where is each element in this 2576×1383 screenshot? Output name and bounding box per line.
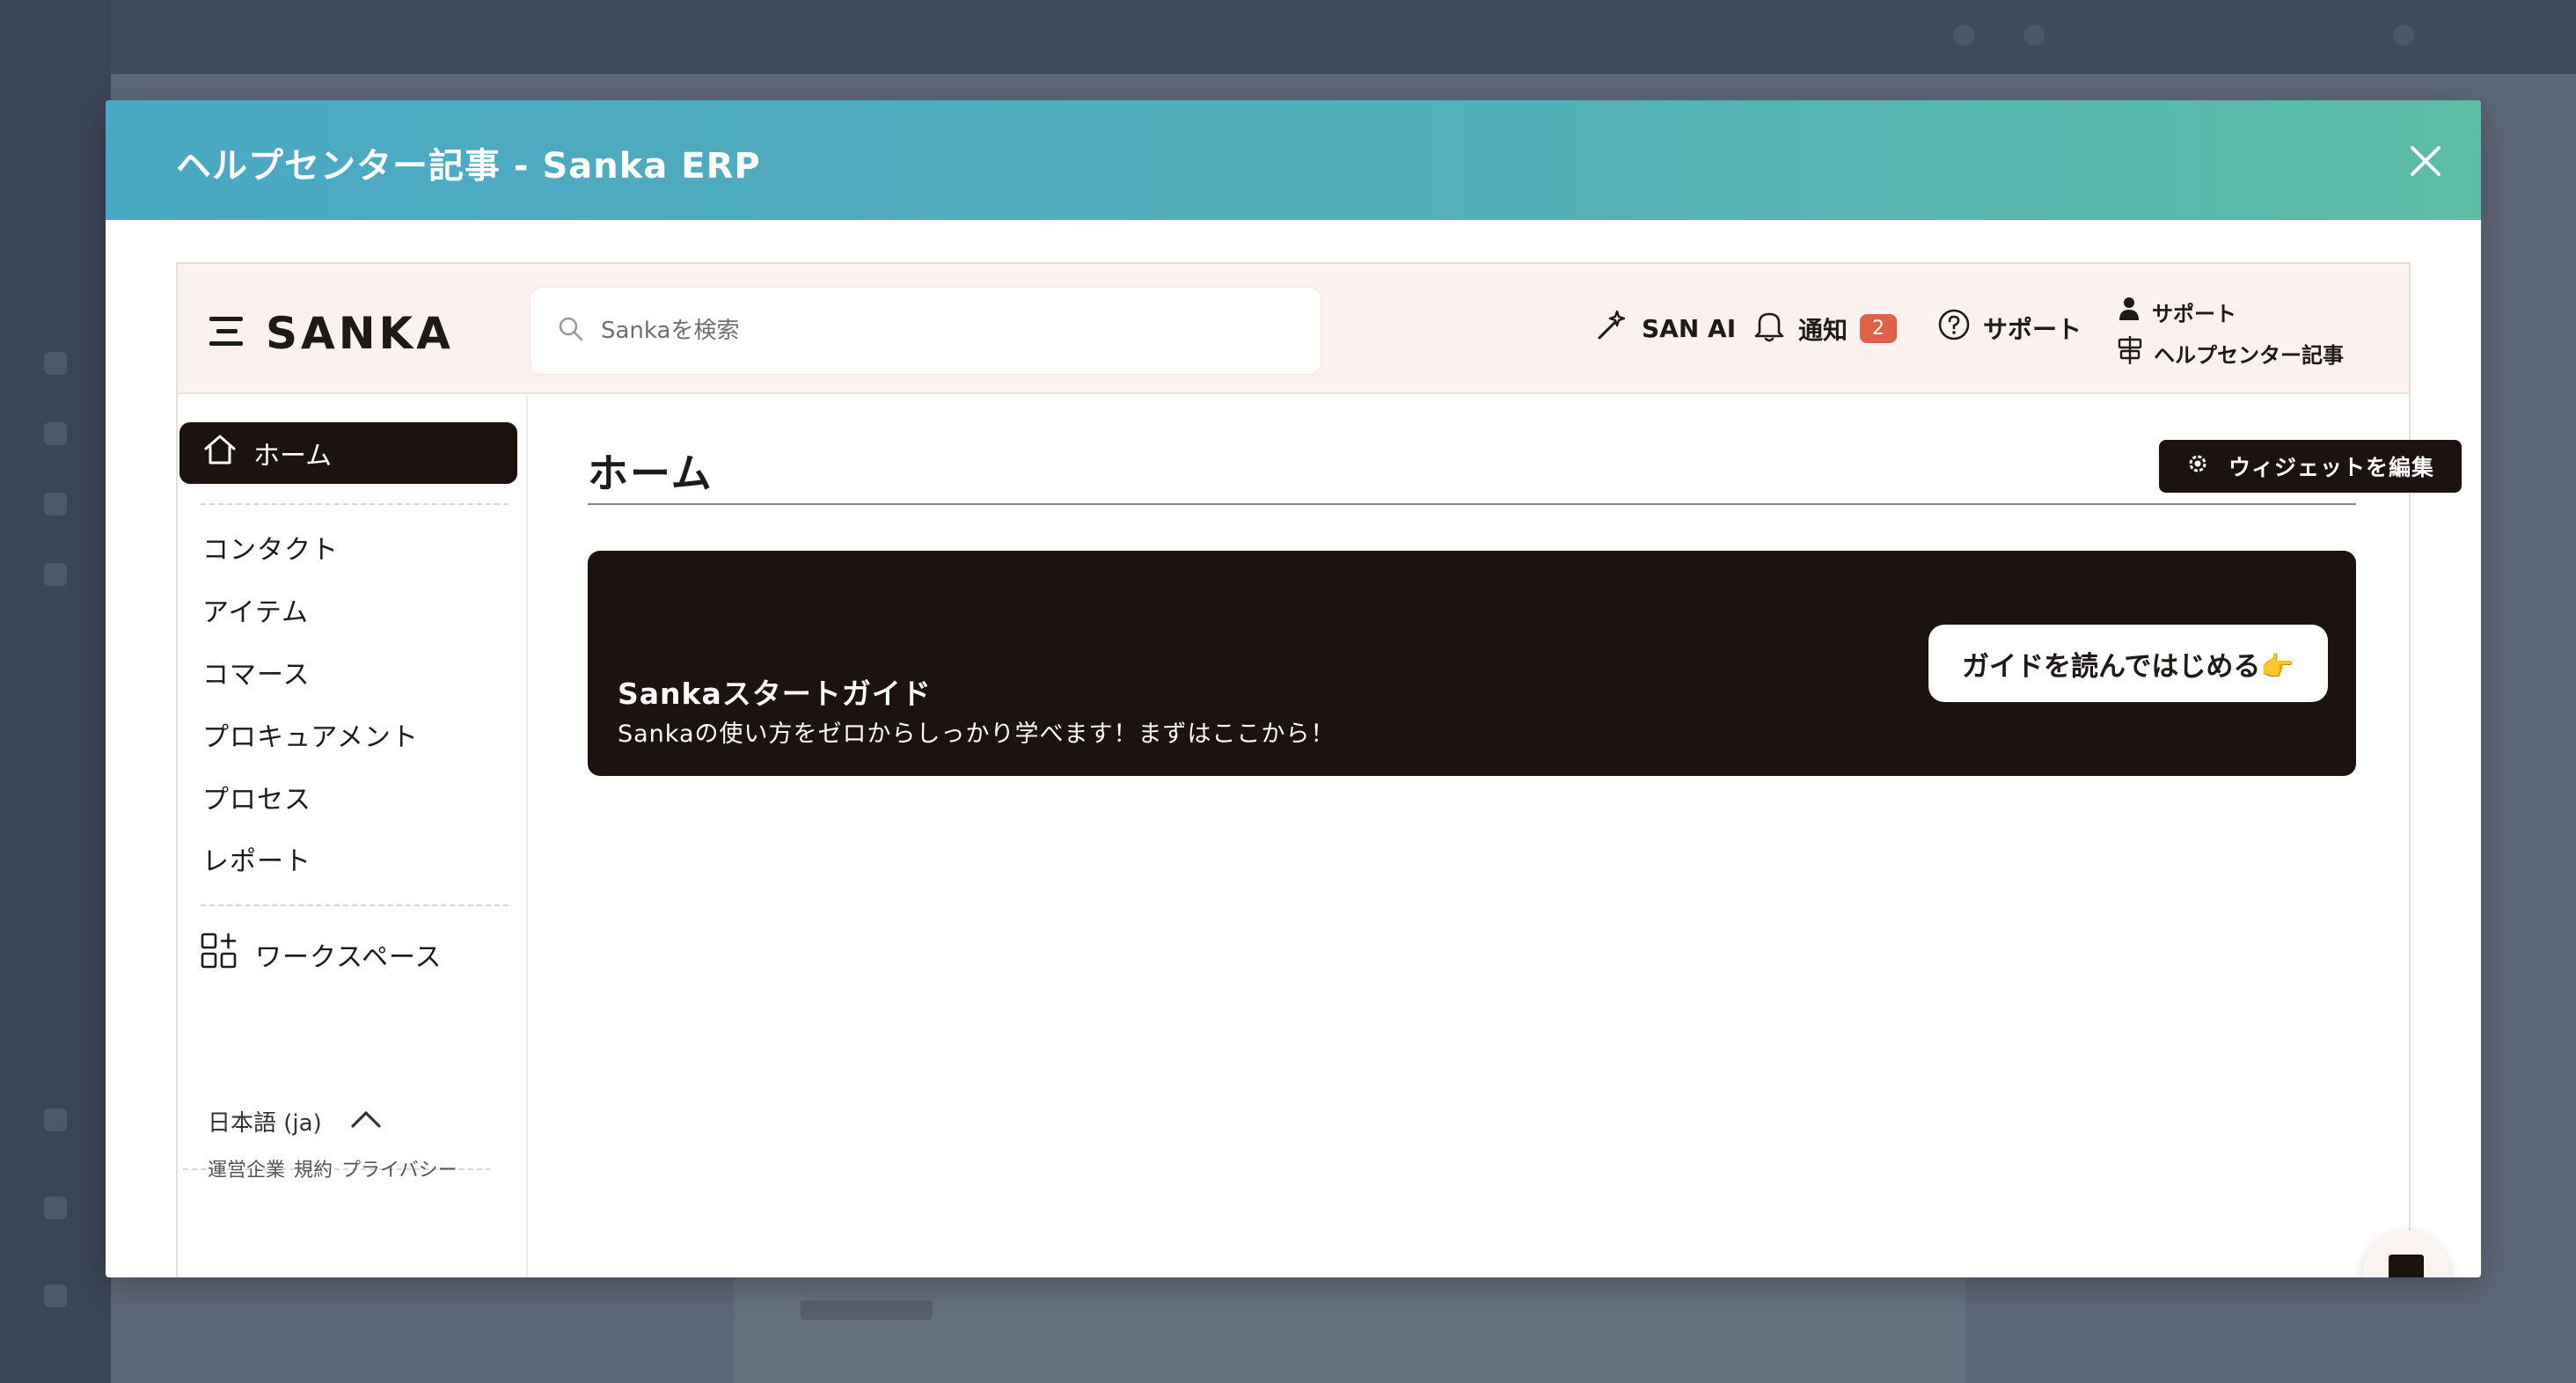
- background-label: [801, 1300, 933, 1320]
- background-icon: [44, 422, 67, 445]
- sidebar-item-home-label: ホーム: [253, 441, 333, 472]
- search-bar[interactable]: [530, 287, 1321, 375]
- san-ai-button[interactable]: SAN AI: [1594, 308, 1736, 349]
- notifications-button[interactable]: 通知 2: [1753, 308, 1898, 349]
- sidebar-item-items[interactable]: アイテム: [202, 590, 309, 629]
- background-icon: [44, 493, 67, 516]
- sidebar-item-home[interactable]: ホーム: [179, 422, 517, 484]
- background-sidebar: [0, 0, 111, 1383]
- modal-title: ヘルプセンター記事 - Sanka ERP: [176, 146, 761, 187]
- support-menu[interactable]: サポート ヘルプセンター記事: [2117, 296, 2344, 370]
- embedded-app-frame: SANKA SAN AI: [176, 262, 2462, 1277]
- title-divider: [588, 503, 2356, 505]
- background-icon: [44, 1196, 67, 1219]
- signpost-icon: [2117, 336, 2143, 370]
- home-icon: [202, 433, 238, 473]
- close-icon[interactable]: [2404, 139, 2448, 183]
- language-label: 日本語 (ja): [208, 1110, 322, 1137]
- sidebar-item-workspace-label: ワークスペース: [255, 942, 443, 973]
- background-icon: [44, 1284, 67, 1307]
- notifications-label: 通知: [1798, 315, 1848, 345]
- support-small-label: サポート: [2152, 301, 2236, 326]
- sidebar-item-procurement[interactable]: プロキュアメント: [202, 715, 419, 754]
- read-guide-button[interactable]: ガイドを読んではじめる👉: [1928, 625, 2328, 702]
- guide-title: Sankaスタートガイド: [618, 677, 932, 711]
- support-label: サポート: [1983, 314, 2082, 344]
- divider: [201, 904, 509, 906]
- menu-icon[interactable]: [208, 314, 246, 353]
- help-article-modal: ヘルプセンター記事 - Sanka ERP SANKA Sankaを検索 SAN…: [106, 100, 2481, 1277]
- question-circle-icon: [1937, 308, 1971, 348]
- search-icon: [557, 315, 585, 347]
- background-icon: [44, 1109, 67, 1131]
- language-selector[interactable]: 日本語 (ja): [208, 1105, 382, 1138]
- sidebar-item-reports[interactable]: レポート: [202, 839, 311, 878]
- background-panel: [734, 1267, 1965, 1383]
- start-guide-card: Sankaスタートガイド Sankaの使い方をゼロからしっかり学べます！まずはこ…: [588, 551, 2356, 776]
- background-icon: [44, 563, 67, 586]
- sidebar: ホーム コンタクト アイテム コマース プロキュアメント プロセス レポート ワ…: [178, 396, 528, 1277]
- edit-widgets-label: ウィジェットを編集: [2228, 455, 2434, 480]
- background-icon: [1953, 25, 1974, 46]
- background-topbar: [0, 0, 2576, 74]
- edit-widgets-button[interactable]: ウィジェットを編集: [2159, 440, 2462, 493]
- chat-bubble-icon: [2387, 1251, 2426, 1277]
- gear-icon: [2186, 452, 2209, 480]
- background-icon: [2023, 25, 2045, 46]
- divider: [201, 503, 509, 505]
- footer-link-company[interactable]: 運営企業: [208, 1154, 285, 1182]
- guide-subtitle: Sankaの使い方をゼロからしっかり学べます！まずはここから！: [618, 721, 1336, 748]
- magic-wand-icon: [1594, 308, 1629, 349]
- chevron-up-icon: [350, 1109, 382, 1135]
- person-icon: [2117, 296, 2141, 327]
- footer-link-privacy[interactable]: プライバシー: [341, 1154, 457, 1182]
- notification-count-badge: 2: [1860, 314, 1898, 343]
- footer-link-terms[interactable]: 規約: [294, 1154, 333, 1182]
- bell-icon: [1753, 308, 1786, 349]
- chat-button[interactable]: [2363, 1230, 2449, 1277]
- search-input[interactable]: [601, 318, 1270, 344]
- san-ai-label: SAN AI: [1642, 314, 1737, 343]
- footer-links: 運営企業 規約 プライバシー: [208, 1154, 457, 1182]
- logo[interactable]: SANKA: [208, 308, 454, 359]
- sidebar-item-workspace[interactable]: ワークスペース: [201, 933, 443, 977]
- modal-header: ヘルプセンター記事 - Sanka ERP: [106, 100, 2481, 220]
- sidebar-item-contacts[interactable]: コンタクト: [202, 528, 339, 567]
- logo-text: SANKA: [266, 308, 454, 359]
- sidebar-item-commerce[interactable]: コマース: [202, 653, 311, 692]
- sidebar-item-process[interactable]: プロセス: [202, 778, 311, 816]
- support-link[interactable]: サポート: [2117, 296, 2344, 327]
- help-articles-link[interactable]: ヘルプセンター記事: [2117, 336, 2344, 370]
- grid-plus-icon: [201, 933, 238, 977]
- page-title: ホーム: [588, 450, 714, 497]
- app-header: SANKA SAN AI: [178, 264, 2409, 394]
- background-icon: [2393, 25, 2414, 46]
- background-icon: [44, 352, 67, 375]
- support-button[interactable]: サポート: [1937, 308, 2082, 348]
- help-articles-label: ヘルプセンター記事: [2154, 342, 2344, 368]
